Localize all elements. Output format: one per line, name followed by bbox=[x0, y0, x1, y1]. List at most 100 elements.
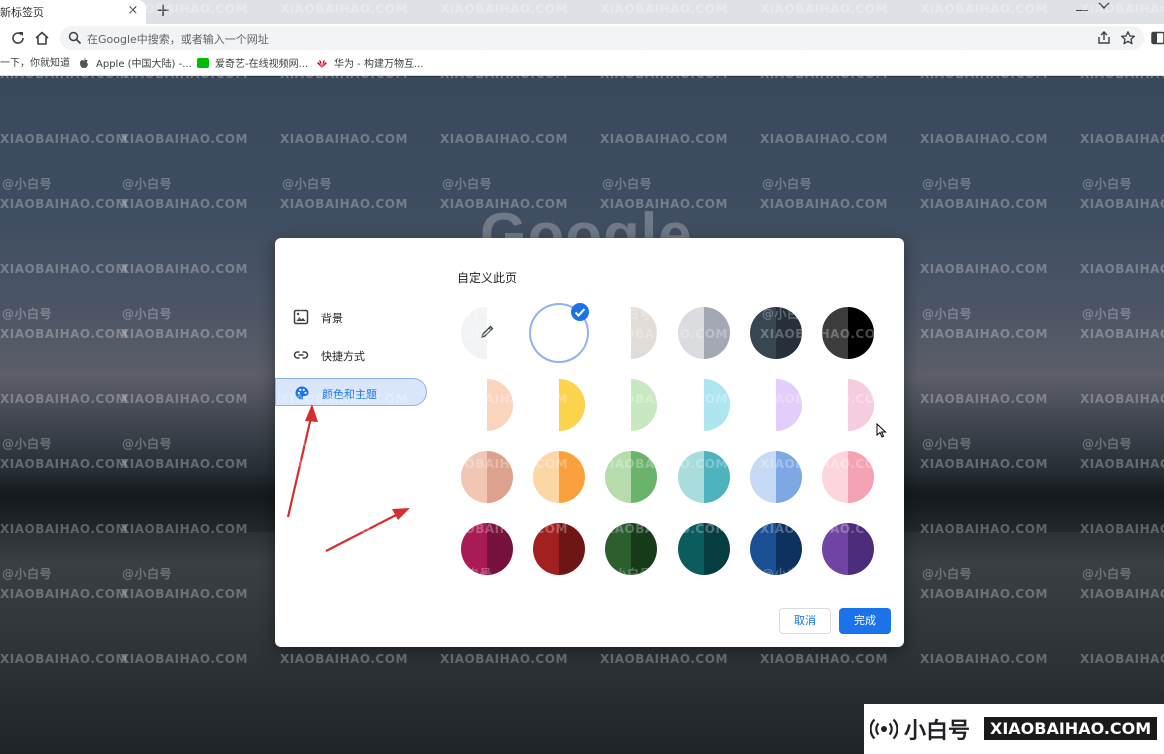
watermark-handle: @小白号 bbox=[1082, 437, 1133, 451]
menu-item-shortcuts[interactable]: 快捷方式 bbox=[275, 341, 427, 369]
watermark-text: XIAOBAIHAO.COM bbox=[440, 262, 568, 276]
watermark-handle: @小白号 bbox=[922, 437, 973, 451]
watermark-text: XIAOBAIHAO.COM bbox=[920, 262, 1048, 276]
watermark-handle: @小白号 bbox=[922, 567, 973, 581]
watermark-handle: @小白号 bbox=[922, 47, 973, 61]
watermark-text: XIAOBAIHAO.COM bbox=[760, 132, 888, 146]
watermark-badge: 小白号 XIAOBAIHAO.COM bbox=[864, 704, 1164, 754]
watermark-text: XIAOBAIHAO.COM bbox=[0, 262, 128, 276]
watermark-handle: @小白号 bbox=[282, 307, 333, 321]
watermark-handle: @小白号 bbox=[442, 437, 493, 451]
watermark-text: XIAOBAIHAO.COM bbox=[920, 327, 1048, 341]
watermark-text: XIAOBAIHAO.COM bbox=[600, 392, 728, 406]
watermark-text: XIAOBAIHAO.COM bbox=[440, 587, 568, 601]
watermark-handle: @小白号 bbox=[762, 567, 813, 581]
watermark-text: XIAOBAIHAO.COM bbox=[280, 67, 408, 81]
watermark-text: XIAOBAIHAO.COM bbox=[760, 262, 888, 276]
watermark-text: XIAOBAIHAO.COM bbox=[760, 2, 888, 16]
watermark-text: XIAOBAIHAO.COM bbox=[280, 522, 408, 536]
watermark-text: XIAOBAIHAO.COM bbox=[120, 67, 248, 81]
watermark-text: XIAOBAIHAO.COM bbox=[0, 587, 128, 601]
watermark-text: XIAOBAIHAO.COM bbox=[280, 132, 408, 146]
watermark-handle: @小白号 bbox=[282, 177, 333, 191]
watermark-text: XIAOBAIHAO.COM bbox=[440, 197, 568, 211]
watermark-text: XIAOBAIHAO.COM bbox=[920, 652, 1048, 666]
watermark-text: XIAOBAIHAO.COM bbox=[120, 457, 248, 471]
side-panel-icon[interactable] bbox=[1150, 30, 1164, 46]
watermark-text: XIAOBAIHAO.COM bbox=[120, 197, 248, 211]
watermark-text: XIAOBAIHAO.COM bbox=[600, 587, 728, 601]
watermark-handle: @小白号 bbox=[762, 47, 813, 61]
watermark-handle: @小白号 bbox=[122, 307, 173, 321]
watermark-handle: @小白号 bbox=[602, 307, 653, 321]
watermark-handle: @小白号 bbox=[2, 567, 53, 581]
watermark-text: XIAOBAIHAO.COM bbox=[440, 652, 568, 666]
reload-icon[interactable] bbox=[10, 30, 26, 46]
watermark-text: XIAOBAIHAO.COM bbox=[1080, 457, 1164, 471]
watermark-text: XIAOBAIHAO.COM bbox=[760, 392, 888, 406]
watermark-handle: @小白号 bbox=[282, 47, 333, 61]
share-icon[interactable] bbox=[1096, 30, 1112, 46]
watermark-text: XIAOBAIHAO.COM bbox=[600, 457, 728, 471]
watermark-text: XIAOBAIHAO.COM bbox=[760, 197, 888, 211]
home-icon[interactable] bbox=[34, 30, 50, 46]
watermark-text: XIAOBAIHAO.COM bbox=[120, 262, 248, 276]
watermark-text: XIAOBAIHAO.COM bbox=[760, 522, 888, 536]
watermark-text: XIAOBAIHAO.COM bbox=[600, 132, 728, 146]
watermark-text: XIAOBAIHAO.COM bbox=[920, 392, 1048, 406]
watermark-handle: @小白号 bbox=[282, 437, 333, 451]
watermark-text: XIAOBAIHAO.COM bbox=[1080, 652, 1164, 666]
star-icon[interactable] bbox=[1120, 30, 1136, 46]
watermark-text: XIAOBAIHAO.COM bbox=[920, 67, 1048, 81]
watermark-text: XIAOBAIHAO.COM bbox=[600, 67, 728, 81]
watermark-handle: @小白号 bbox=[602, 177, 653, 191]
watermark-text: XIAOBAIHAO.COM bbox=[600, 262, 728, 276]
signal-icon bbox=[870, 718, 898, 740]
watermark-text: XIAOBAIHAO.COM bbox=[920, 132, 1048, 146]
watermark-handle: @小白号 bbox=[122, 567, 173, 581]
watermark-handle: @小白号 bbox=[2, 47, 53, 61]
watermark-handle: @小白号 bbox=[1082, 177, 1133, 191]
watermark-text: XIAOBAIHAO.COM bbox=[920, 587, 1048, 601]
watermark-text: XIAOBAIHAO.COM bbox=[280, 197, 408, 211]
watermark-text: XIAOBAIHAO.COM bbox=[760, 67, 888, 81]
watermark-text: XIAOBAIHAO.COM bbox=[920, 197, 1048, 211]
watermark-text: XIAOBAIHAO.COM bbox=[1080, 132, 1164, 146]
watermark-text: XIAOBAIHAO.COM bbox=[0, 197, 128, 211]
toolbar: 在Google中搜索，或者输入一个网址 bbox=[0, 24, 1164, 52]
watermark-handle: @小白号 bbox=[122, 437, 173, 451]
watermark-text: XIAOBAIHAO.COM bbox=[1080, 327, 1164, 341]
watermark-text: XIAOBAIHAO.COM bbox=[1080, 2, 1164, 16]
watermark-text: XIAOBAIHAO.COM bbox=[120, 2, 248, 16]
watermark-text: XIAOBAIHAO.COM bbox=[0, 522, 128, 536]
watermark-text: XIAOBAIHAO.COM bbox=[440, 392, 568, 406]
search-icon bbox=[68, 31, 82, 45]
watermark-text: XIAOBAIHAO.COM bbox=[920, 2, 1048, 16]
watermark-text: XIAOBAIHAO.COM bbox=[760, 652, 888, 666]
cancel-button[interactable]: 取消 bbox=[779, 608, 831, 634]
watermark-text: XIAOBAIHAO.COM bbox=[120, 327, 248, 341]
watermark-handle: @小白号 bbox=[2, 437, 53, 451]
watermark-handle: @小白号 bbox=[762, 177, 813, 191]
watermark-handle: @小白号 bbox=[1082, 47, 1133, 61]
watermark-handle: @小白号 bbox=[2, 177, 53, 191]
done-button[interactable]: 完成 bbox=[839, 608, 891, 634]
watermark-text: XIAOBAIHAO.COM bbox=[120, 587, 248, 601]
watermark-text: XIAOBAIHAO.COM bbox=[280, 392, 408, 406]
watermark-handle: @小白号 bbox=[282, 567, 333, 581]
watermark-text: XIAOBAIHAO.COM bbox=[120, 522, 248, 536]
omnibox-placeholder: 在Google中搜索，或者输入一个网址 bbox=[87, 33, 269, 46]
watermark-text: XIAOBAIHAO.COM bbox=[0, 132, 128, 146]
watermark-text: XIAOBAIHAO.COM bbox=[1080, 392, 1164, 406]
watermark-text: XIAOBAIHAO.COM bbox=[920, 457, 1048, 471]
watermark-text: XIAOBAIHAO.COM bbox=[440, 457, 568, 471]
watermark-text: XIAOBAIHAO.COM bbox=[280, 457, 408, 471]
watermark-text: XIAOBAIHAO.COM bbox=[440, 522, 568, 536]
watermark-handle: @小白号 bbox=[922, 307, 973, 321]
watermark-handle: @小白号 bbox=[1082, 307, 1133, 321]
watermark-handle: @小白号 bbox=[762, 307, 813, 321]
watermark-handle: @小白号 bbox=[442, 567, 493, 581]
watermark-text: XIAOBAIHAO.COM bbox=[760, 587, 888, 601]
watermark-text: XIAOBAIHAO.COM bbox=[600, 522, 728, 536]
watermark-handle: @小白号 bbox=[2, 307, 53, 321]
